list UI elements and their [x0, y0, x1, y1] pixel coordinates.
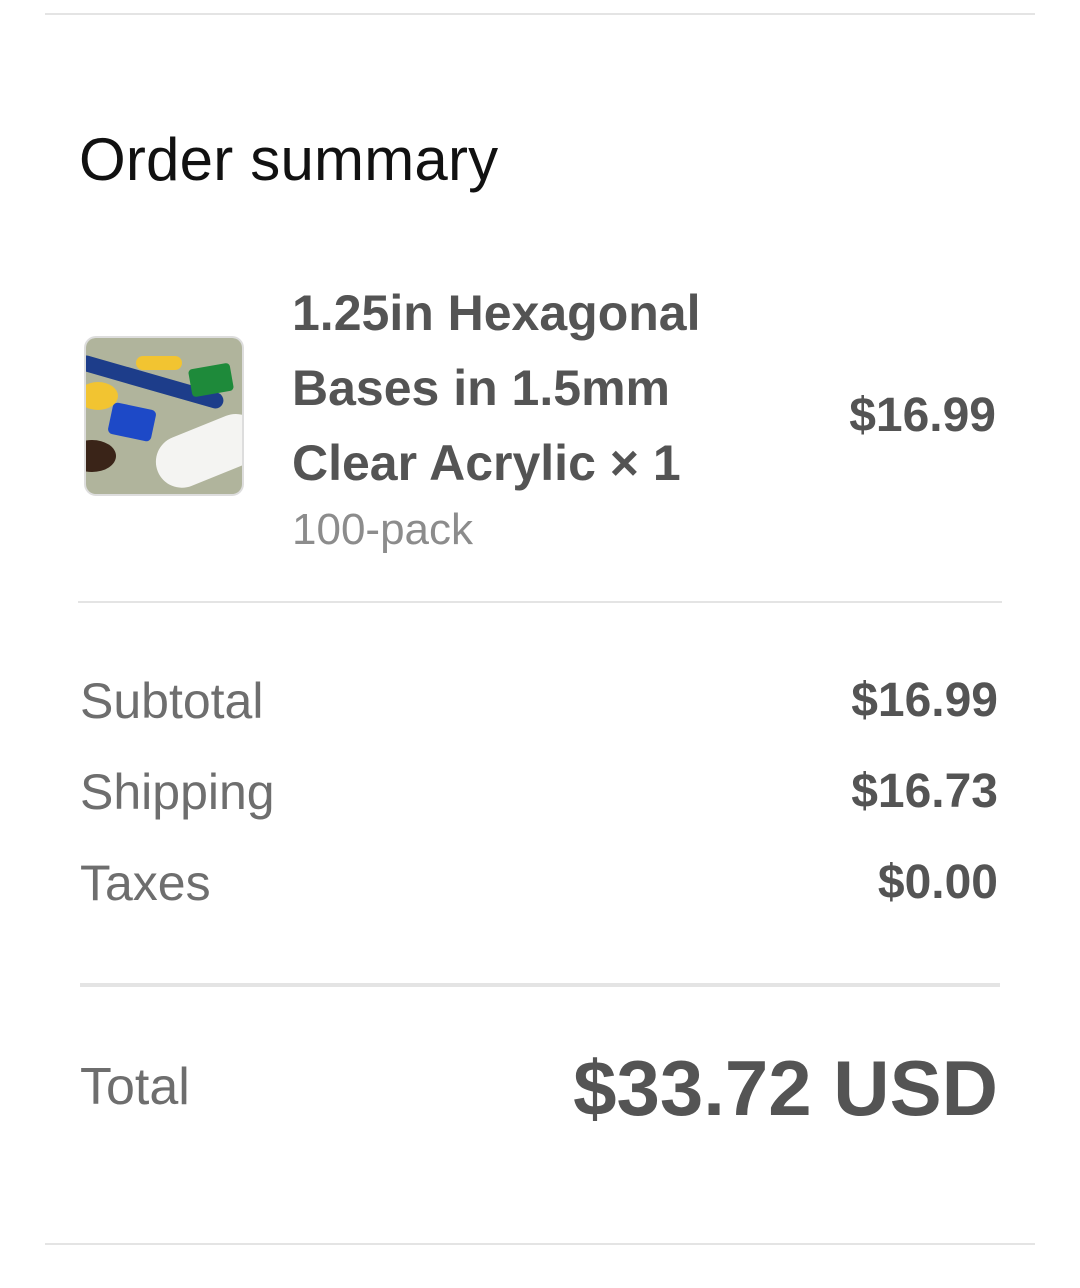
top-divider — [45, 13, 1035, 15]
taxes-label: Taxes — [80, 855, 211, 911]
shipping-row: Shipping $16.73 — [80, 762, 998, 822]
shipping-label: Shipping — [80, 764, 275, 820]
total-divider — [80, 983, 1000, 987]
taxes-row: Taxes $0.00 — [80, 853, 998, 913]
shipping-value: $16.73 — [851, 765, 998, 818]
product-thumbnail — [84, 336, 244, 496]
product-variant: 100-pack — [292, 505, 474, 554]
subtotal-value: $16.99 — [851, 674, 998, 727]
subtotal-label: Subtotal — [80, 673, 264, 729]
order-summary-page: Order summary 1.25in Hexagonal Bases in … — [0, 0, 1080, 1288]
product-price: $16.99 — [849, 389, 996, 442]
subtotal-row: Subtotal $16.99 — [80, 671, 998, 731]
order-summary-title: Order summary — [79, 126, 499, 193]
items-divider — [78, 601, 1002, 603]
taxes-value: $0.00 — [877, 856, 998, 909]
total-label: Total — [80, 1058, 190, 1116]
total-value: $33.72 USD — [573, 1044, 998, 1132]
bottom-divider — [45, 1243, 1035, 1245]
product-name: 1.25in Hexagonal Bases in 1.5mm Clear Ac… — [292, 285, 701, 491]
